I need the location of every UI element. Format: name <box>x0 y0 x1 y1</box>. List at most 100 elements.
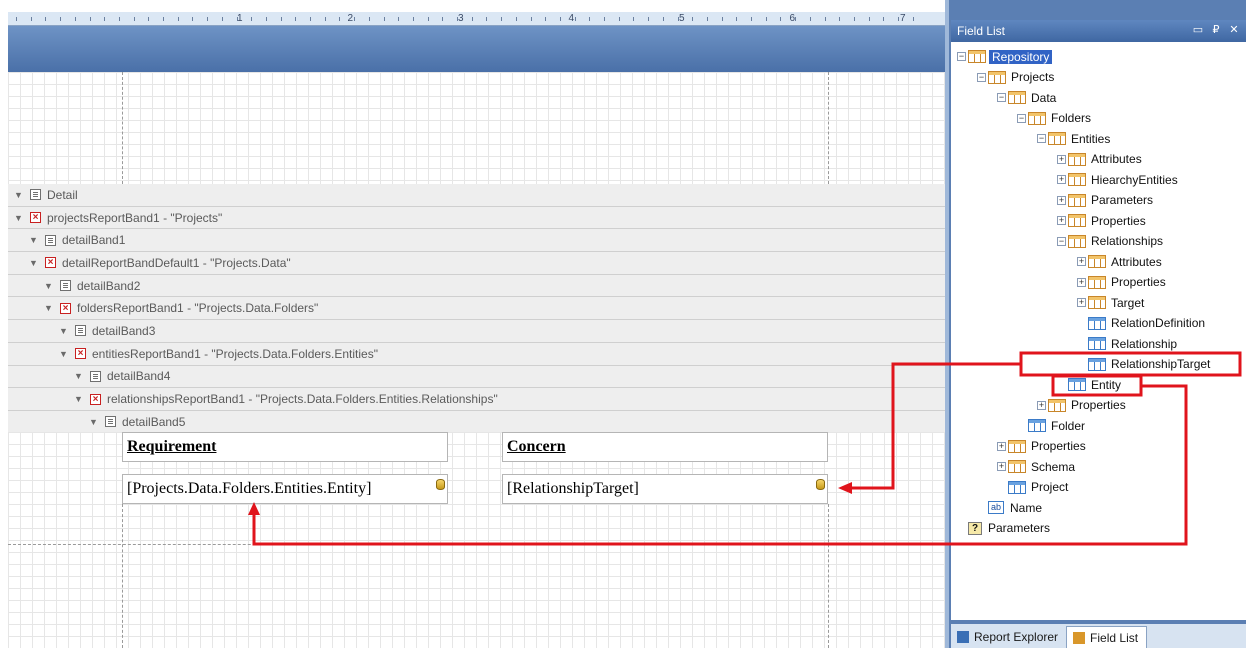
tree-node[interactable]: Entity <box>1068 375 1123 394</box>
tree-node[interactable]: ab Name <box>988 498 1044 517</box>
report-band-icon: × <box>45 257 56 269</box>
design-grid-top <box>8 72 945 184</box>
expand-toggle-icon[interactable]: − <box>1037 134 1046 143</box>
collapse-arrow-icon[interactable]: ▼ <box>59 326 69 336</box>
ruler-tick <box>795 17 797 21</box>
expand-toggle-icon[interactable]: + <box>1057 195 1066 205</box>
database-icon <box>436 479 445 490</box>
expand-toggle-icon[interactable]: − <box>1057 236 1066 246</box>
expand-toggle-icon[interactable]: + <box>1037 400 1046 410</box>
expand-toggle-icon[interactable]: + <box>997 462 1006 471</box>
tree-node-label: Entities <box>1071 131 1111 146</box>
tree-node[interactable]: + Attributes <box>1077 252 1164 271</box>
field-list-icon <box>1073 631 1086 644</box>
band-row[interactable]: ▼ × entitiesReportBand1 - "Projects.Data.F… <box>8 342 945 366</box>
collapse-arrow-icon[interactable]: ▼ <box>74 394 84 404</box>
ruler-tick <box>207 17 209 21</box>
tree-node[interactable]: + Properties <box>1057 211 1148 230</box>
tree-node[interactable]: + Schema <box>997 457 1077 476</box>
tree-node-label: Name <box>1010 500 1043 515</box>
tree-node[interactable]: + Properties <box>1077 273 1168 292</box>
band-row[interactable]: ▼ × projectsReportBand1 - "Projects" <box>8 206 945 230</box>
pin-icon[interactable]: ₽ <box>1209 23 1223 36</box>
tree-node[interactable]: Relationship <box>1088 334 1179 353</box>
expand-toggle-icon[interactable]: + <box>1057 175 1066 184</box>
tree-node[interactable]: − Projects <box>977 68 1056 87</box>
collapse-arrow-icon[interactable]: ▼ <box>89 417 99 427</box>
collapse-arrow-icon[interactable]: ▼ <box>44 303 54 313</box>
tree-node[interactable]: + Parameters <box>1057 191 1155 210</box>
collapse-arrow-icon[interactable]: ▼ <box>74 371 84 381</box>
tree-node[interactable]: + Target <box>1077 293 1146 312</box>
band-row[interactable]: ▼ × relationshipsReportBand1 - "Projects.D… <box>8 388 945 411</box>
ruler-tick <box>530 17 532 21</box>
ruler-tick <box>60 17 62 21</box>
tree-node[interactable]: − Data <box>997 88 1058 107</box>
tree-node[interactable]: ? Parameters <box>968 519 1052 538</box>
expand-toggle-icon[interactable]: − <box>997 93 1006 102</box>
tree-node[interactable]: − Relationships <box>1057 232 1165 251</box>
band-row[interactable]: ▼ detailBand5 <box>8 410 945 434</box>
collapse-arrow-icon[interactable]: ▼ <box>29 235 39 245</box>
tree-node-label: Entity <box>1091 377 1122 392</box>
ruler-tick <box>89 17 91 21</box>
expand-toggle-icon[interactable]: − <box>1017 113 1026 123</box>
collapse-arrow-icon[interactable]: ▼ <box>44 281 54 291</box>
requirement-header-label[interactable]: Requirement <box>122 432 448 462</box>
ruler-tick <box>912 17 914 21</box>
entity-field-label[interactable]: [Projects.Data.Folders.Entities.Entity] <box>122 474 448 504</box>
band-row[interactable]: ▼ detailBand4 <box>8 365 945 389</box>
tree-node[interactable]: + Properties <box>1037 396 1128 415</box>
band-row[interactable]: ▼ × foldersReportBand1 - "Projects.Data.Fo… <box>8 297 945 321</box>
tree-node[interactable]: + Attributes <box>1057 150 1144 169</box>
collapse-arrow-icon[interactable]: ▼ <box>14 190 24 200</box>
tab-field-list[interactable]: Field List <box>1066 626 1148 648</box>
expand-toggle-icon[interactable]: + <box>1057 216 1066 225</box>
tree-node[interactable]: − Repository <box>957 47 1240 66</box>
tree-node-label: Schema <box>1031 459 1076 474</box>
tree-node[interactable]: + HiearchyEntities <box>1057 170 1180 189</box>
ruler-tick <box>780 17 782 21</box>
detail-band-icon <box>30 189 41 201</box>
tree-node[interactable]: − Folders <box>1017 109 1093 128</box>
concern-header-label[interactable]: Concern <box>502 432 828 462</box>
tree-node[interactable]: + Properties <box>997 437 1088 456</box>
expand-toggle-icon[interactable]: + <box>1077 277 1086 287</box>
band-row[interactable]: ▼ detailBand2 <box>8 274 945 298</box>
collapse-arrow-icon[interactable]: ▼ <box>14 213 24 223</box>
band-row[interactable]: ▼ Detail <box>8 184 945 207</box>
ruler-tick <box>559 17 561 21</box>
ruler-tick <box>706 17 708 21</box>
detail-band-icon <box>45 234 56 246</box>
detail-band-icon <box>60 280 71 292</box>
tree-node[interactable]: Folder <box>1028 416 1087 435</box>
tree-node-label: Properties <box>1031 439 1086 453</box>
ruler-number: 7 <box>900 13 906 24</box>
collapse-arrow-icon[interactable]: ▼ <box>29 258 39 268</box>
expand-toggle-icon[interactable]: + <box>1077 298 1086 307</box>
expand-toggle-icon[interactable]: + <box>997 441 1006 451</box>
tree-node-label: RelationshipTarget <box>1111 357 1211 371</box>
tree-node[interactable]: − Entities <box>1037 129 1112 148</box>
tree-node-label: Target <box>1111 295 1145 310</box>
collapse-arrow-icon[interactable]: ▼ <box>59 349 69 359</box>
band-row[interactable]: ▼ detailBand1 <box>8 229 945 253</box>
band-row[interactable]: ▼ × detailReportBandDefault1 - "Projects.D… <box>8 252 945 275</box>
tree-node[interactable]: RelationshipTarget <box>1088 355 1212 374</box>
expand-toggle-icon[interactable]: + <box>1057 154 1066 164</box>
tree-node[interactable]: Project <box>1008 478 1070 497</box>
band-row[interactable]: ▼ detailBand3 <box>8 320 945 343</box>
table-icon <box>1088 337 1106 350</box>
tree-node-label: Properties <box>1091 213 1146 228</box>
relationship-target-field-label[interactable]: [RelationshipTarget] <box>502 474 828 504</box>
panel-splitter[interactable] <box>945 0 949 648</box>
expand-toggle-icon[interactable]: − <box>977 72 986 82</box>
close-icon[interactable]: ✕ <box>1227 23 1241 36</box>
expand-toggle-icon[interactable]: − <box>957 52 966 61</box>
expand-toggle-icon[interactable]: + <box>1077 257 1086 266</box>
tab-report-explorer[interactable]: Report Explorer <box>951 626 1066 648</box>
report-explorer-icon <box>957 631 969 643</box>
horizontal-ruler: 1 2 3 4 5 6 7 <box>8 12 945 26</box>
tree-node[interactable]: RelationDefinition <box>1088 314 1207 333</box>
minimize-icon[interactable]: ▭ <box>1191 23 1205 36</box>
